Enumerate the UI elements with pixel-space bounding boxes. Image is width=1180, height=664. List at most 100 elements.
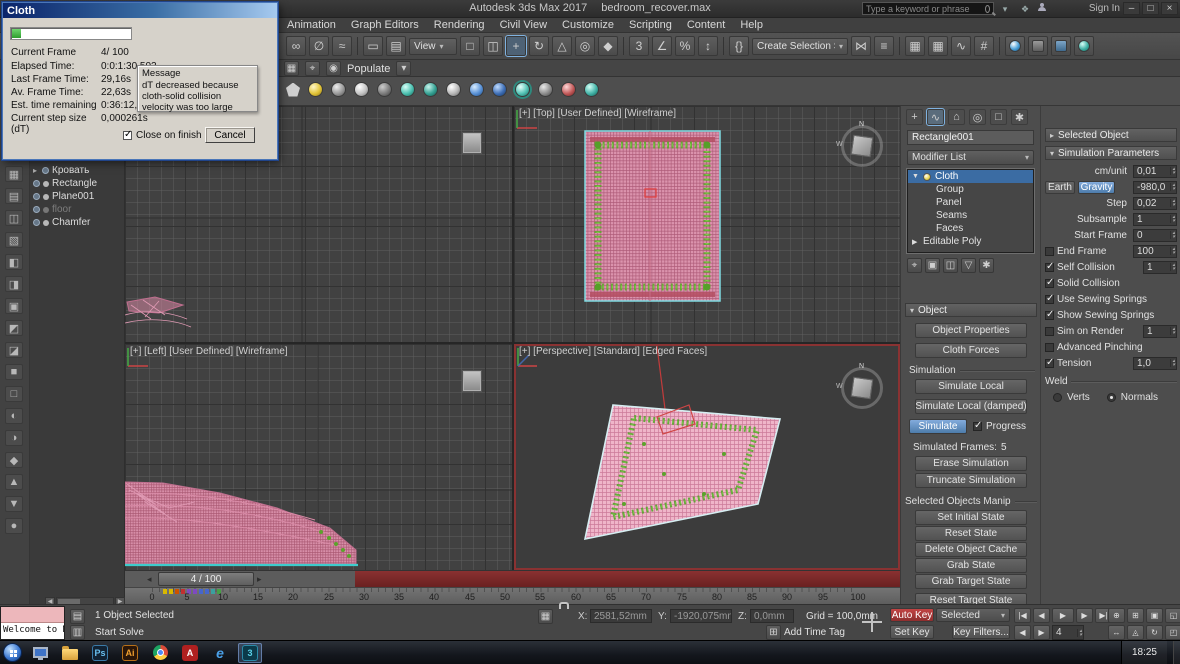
- x-coordinate-field[interactable]: 2581,52mm: [590, 609, 652, 623]
- truncate-simulation-button[interactable]: Truncate Simulation: [915, 473, 1027, 488]
- select-and-move-icon[interactable]: +: [506, 36, 526, 56]
- previous-key-icon[interactable]: ◀: [1014, 625, 1031, 640]
- taskbar-item[interactable]: Ai: [118, 643, 142, 663]
- object-properties-button[interactable]: Object Properties: [915, 323, 1027, 338]
- view-cube[interactable]: [462, 370, 482, 392]
- sphere-red-icon[interactable]: [561, 82, 576, 97]
- menu-civil-view[interactable]: Civil View: [500, 19, 547, 31]
- cloth-forces-button[interactable]: Cloth Forces: [915, 343, 1027, 358]
- spinner-icon[interactable]: ▴▾: [1077, 629, 1083, 637]
- show-desktop-button[interactable]: [1173, 641, 1180, 664]
- sphere-aqua-icon[interactable]: [584, 82, 599, 97]
- taskbar-item[interactable]: A: [178, 643, 202, 663]
- pan-icon[interactable]: ↔: [1108, 625, 1125, 640]
- progress-checkbox[interactable]: [973, 422, 982, 431]
- object-name-field[interactable]: Rectangle001: [907, 130, 1034, 145]
- previous-frame-icon[interactable]: ◂: [147, 574, 152, 585]
- simulate-button[interactable]: Simulate: [909, 419, 967, 434]
- self-collision-field[interactable]: 1▴▾: [1143, 261, 1177, 274]
- scene-object-row[interactable]: floor: [30, 203, 125, 216]
- visibility-icon[interactable]: [33, 219, 40, 226]
- scene-object-row[interactable]: ▸ Кровать: [30, 164, 125, 177]
- stack-item-panel[interactable]: Panel: [908, 196, 1033, 209]
- spinner-icon[interactable]: ▴▾: [1170, 359, 1176, 367]
- spinner-icon[interactable]: ▴▾: [1170, 231, 1176, 239]
- close-button[interactable]: ×: [1161, 2, 1178, 15]
- ribbon-pin-icon[interactable]: ⌖: [305, 61, 320, 76]
- select-and-scale-icon[interactable]: △: [552, 36, 572, 56]
- reset-state-button[interactable]: Reset State: [915, 526, 1027, 541]
- select-object-icon[interactable]: ▭: [363, 36, 383, 56]
- zoom-region-icon[interactable]: ◱: [1165, 608, 1180, 623]
- spinner-snap-icon[interactable]: ↕: [698, 36, 718, 56]
- stack-item-faces[interactable]: Faces: [908, 222, 1033, 235]
- z-coordinate-field[interactable]: 0,0mm: [750, 609, 794, 623]
- previous-frame-icon[interactable]: ◀: [1033, 608, 1050, 623]
- menu-rendering[interactable]: Rendering: [434, 19, 485, 31]
- next-frame-icon[interactable]: ▸: [257, 574, 262, 585]
- taskbar-item[interactable]: [58, 643, 82, 663]
- end-frame-field[interactable]: 100▴▾: [1133, 245, 1177, 258]
- help-search-box[interactable]: [862, 2, 994, 15]
- spinner-icon[interactable]: ▴▾: [1170, 167, 1176, 175]
- transform-type-in-icon[interactable]: ▦: [538, 609, 553, 624]
- visibility-icon[interactable]: [33, 180, 40, 187]
- add-time-tag[interactable]: Add Time Tag: [784, 627, 845, 638]
- object-label[interactable]: Plane001: [52, 191, 94, 202]
- expander-closed-icon[interactable]: ▶: [912, 238, 919, 246]
- autokey-red-track[interactable]: [355, 571, 900, 587]
- sphere-light-icon[interactable]: [354, 82, 369, 97]
- listener-open-icon[interactable]: ▥: [70, 625, 85, 640]
- bind-to-space-warp-icon[interactable]: ≈: [332, 36, 352, 56]
- maxscript-mini-listener[interactable]: Welcome to M: [0, 606, 65, 640]
- rollout-simulation-parameters[interactable]: ▾ Simulation Parameters: [1045, 146, 1177, 160]
- object-label[interactable]: Chamfer: [52, 217, 90, 228]
- visibility-icon[interactable]: [42, 167, 49, 174]
- viewport-left[interactable]: [+] [Left] [User Defined] [Wireframe]: [125, 344, 512, 570]
- explorer-tool-icon[interactable]: ◑: [5, 430, 23, 446]
- restore-button[interactable]: □: [1142, 2, 1159, 15]
- key-filters-button[interactable]: Key Filters...: [952, 625, 1010, 639]
- selection-set-key-dropdown[interactable]: Selected▾: [936, 608, 1010, 622]
- menu-graph-editors[interactable]: Graph Editors: [351, 19, 419, 31]
- tab-populate[interactable]: Populate: [347, 63, 390, 75]
- explorer-tool-icon[interactable]: ●: [5, 518, 23, 534]
- viewport-label[interactable]: [+] [Left] [User Defined] [Wireframe]: [130, 346, 288, 357]
- zoom-extents-icon[interactable]: ▣: [1146, 608, 1163, 623]
- spinner-icon[interactable]: ▴▾: [1170, 263, 1176, 271]
- use-pivot-center-icon[interactable]: ◎: [575, 36, 595, 56]
- time-slider[interactable]: ◂ 4 / 100 ▸: [125, 570, 900, 587]
- mirror-icon[interactable]: ⋈: [851, 36, 871, 56]
- spinner-icon[interactable]: ▴▾: [1170, 215, 1176, 223]
- solid-collision-checkbox[interactable]: [1045, 279, 1054, 288]
- scene-object-row[interactable]: Plane001: [30, 190, 125, 203]
- cm-unit-field[interactable]: 0,01▴▾: [1133, 165, 1177, 178]
- step-field[interactable]: 0,02▴▾: [1133, 197, 1177, 210]
- configure-modifier-icon[interactable]: ✱: [979, 258, 994, 273]
- zoom-all-icon[interactable]: ⊞: [1127, 608, 1144, 623]
- sphere-yellow-icon[interactable]: [308, 82, 323, 97]
- object-label[interactable]: floor: [52, 204, 71, 215]
- track-bar[interactable]: 0 5 10 15 20 25 30 35 40 45 50 55 60 65 …: [125, 587, 900, 604]
- ribbon-toggle-icon[interactable]: ▦: [928, 36, 948, 56]
- create-selection-set-dropdown[interactable]: Create Selection Se▾: [752, 38, 848, 55]
- explorer-tool-icon[interactable]: ◧: [5, 254, 23, 270]
- weld-verts-radio[interactable]: [1053, 393, 1062, 402]
- explorer-tool-icon[interactable]: ▤: [5, 188, 23, 204]
- named-selection-sets-icon[interactable]: {}: [729, 36, 749, 56]
- rollout-selected-object[interactable]: ▸ Selected Object: [1045, 128, 1177, 142]
- explorer-tool-icon[interactable]: ◫: [5, 210, 23, 226]
- tab-motion[interactable]: ◎: [969, 109, 986, 125]
- tab-modify[interactable]: ∿: [927, 109, 944, 125]
- tab-hierarchy[interactable]: ⌂: [948, 109, 965, 125]
- time-slider-handle[interactable]: 4 / 100: [158, 572, 254, 586]
- sign-in-link[interactable]: Sign In: [1089, 3, 1120, 14]
- unlink-selection-icon[interactable]: ∅: [309, 36, 329, 56]
- next-key-icon[interactable]: ▶: [1033, 625, 1050, 640]
- stack-item-seams[interactable]: Seams: [908, 209, 1033, 222]
- search-icon[interactable]: [985, 5, 990, 13]
- scene-object-row[interactable]: Rectangle: [30, 177, 125, 190]
- explorer-tool-icon[interactable]: ▦: [5, 166, 23, 182]
- explorer-tool-icon[interactable]: ▣: [5, 298, 23, 314]
- tab-create[interactable]: +: [906, 109, 923, 125]
